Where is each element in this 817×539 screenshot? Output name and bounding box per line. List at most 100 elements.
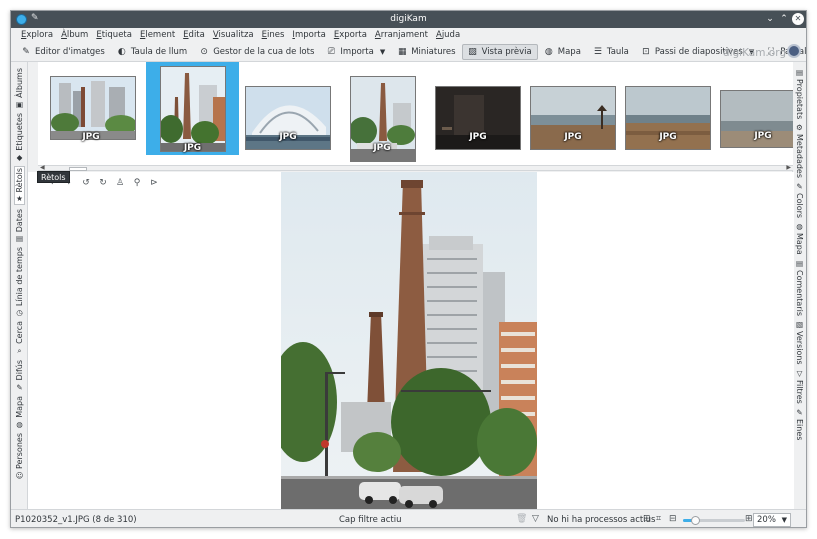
zoom-actual-icon[interactable]: ⌗ (656, 514, 661, 524)
label-icon: ★ (16, 194, 23, 204)
trash-icon[interactable]: 🗑 (516, 514, 527, 524)
import-button[interactable]: ⎚ Importa ▼ (320, 44, 391, 60)
menu-album[interactable]: Àlbum (57, 28, 92, 42)
maximize-button[interactable]: ⌃ (778, 13, 790, 25)
thumbnail-item-selected[interactable]: JPG (146, 62, 239, 155)
tab-retols[interactable]: ★ Rètols (14, 165, 25, 206)
zoom-fit-icon[interactable]: ⊞ (643, 514, 651, 524)
tag-icon: ◆ (16, 152, 23, 162)
tab-mapa[interactable]: ◍ Mapa (15, 396, 24, 429)
menu-visualitza[interactable]: Visualitza (209, 28, 258, 42)
status-file-info: P1020352_v1.JPG (8 de 310) (15, 515, 137, 525)
menu-element[interactable]: Element (136, 28, 179, 42)
thumbnail-item[interactable]: JPG (529, 62, 617, 155)
person-icon[interactable]: ♙ (114, 177, 126, 189)
chevron-down-icon[interactable]: ▼ (782, 514, 787, 526)
zoom-combo[interactable]: 20% ▼ (753, 513, 791, 527)
tab-comentaris[interactable]: ▤ Comentaris (795, 259, 804, 316)
status-bar: P1020352_v1.JPG (8 de 310) Cap filtre ac… (11, 509, 806, 527)
tab-albums[interactable]: ▣ Àlbums (15, 68, 24, 109)
zoom-in-icon[interactable]: ⊞ (745, 514, 753, 524)
tab-difus[interactable]: ✎ Difús (15, 360, 24, 391)
rotate-left-icon[interactable]: ↺ (80, 177, 92, 189)
file-type-badge: JPG (373, 143, 391, 153)
menu-bar: Explora Àlbum Etiqueta Element Edita Vis… (11, 28, 806, 42)
tab-dates[interactable]: ▤ Dates (15, 209, 24, 243)
zoom-slider[interactable] (683, 516, 745, 525)
thumbnail-item[interactable]: JPG (720, 62, 793, 155)
file-type-badge: JPG (564, 132, 582, 142)
tab-eines[interactable]: ✎ Eines (795, 408, 804, 440)
tab-filtres[interactable]: ▽ Filtres (795, 369, 804, 404)
timeline-icon: ◷ (16, 308, 23, 318)
window-title: digiKam (390, 14, 427, 24)
thumbnails-icon: ▦ (397, 46, 407, 57)
versions-icon: ▧ (795, 320, 804, 330)
scroll-left-icon[interactable]: ◀ (40, 164, 45, 171)
menu-etiqueta[interactable]: Etiqueta (92, 28, 136, 42)
metadata-icon: ⚙ (796, 123, 803, 133)
file-type-badge: JPG (754, 131, 772, 141)
menu-eines[interactable]: Eines (258, 28, 289, 42)
thumbnail-strip[interactable]: JPG JPG JPG JPG JPG JPG JPG JPG (38, 62, 793, 166)
zoom-out-icon[interactable]: ⊟ (669, 514, 677, 524)
preview-button[interactable]: ▨ Vista prèvia (461, 43, 538, 60)
properties-icon: ▤ (795, 68, 804, 77)
table-button[interactable]: ☰ Taula (587, 44, 635, 60)
right-sidebar-tabs: ▤ Propietats ⚙ Metadades ✎ Colors ◍ Mapa ▤ Co… (792, 62, 806, 509)
tab-persones[interactable]: ☺ Persones (15, 433, 24, 480)
thumbnail-image (160, 66, 226, 152)
zoom-value: 20% (757, 515, 776, 525)
close-button[interactable]: ✕ (792, 13, 804, 25)
thumbnail-scrollbar[interactable]: ◀ ▶ (38, 164, 793, 171)
menu-exporta[interactable]: Exporta (330, 28, 371, 42)
light-table-button[interactable]: ◐ Taula de llum (111, 44, 193, 60)
tab-versions[interactable]: ▧ Versions (795, 320, 804, 365)
tab-metadades[interactable]: ⚙ Metadades (795, 123, 804, 178)
table-icon: ☰ (593, 46, 602, 57)
minimize-button[interactable]: ⌄ (764, 13, 776, 25)
filter-icon[interactable]: ▽ (532, 514, 539, 524)
scroll-right-icon[interactable]: ▶ (786, 164, 791, 171)
tab-cerca[interactable]: ⌕ Cerca (15, 321, 24, 356)
comment-icon: ▤ (795, 259, 804, 269)
tab-etiquetes[interactable]: ◆ Etiquetes (15, 113, 24, 162)
tab-linia-de-temps[interactable]: ◷ Línia de temps (15, 247, 24, 317)
thumbnail-item[interactable]: JPG (244, 62, 332, 155)
zoom-slider-handle[interactable] (691, 516, 701, 525)
tools-icon: ✎ (796, 407, 803, 417)
map-button[interactable]: ◍ Mapa (538, 44, 587, 60)
globe-icon: ◍ (544, 46, 553, 57)
menu-arranjament[interactable]: Arranjament (371, 28, 432, 42)
add-person-icon[interactable]: ⚲ (131, 177, 143, 189)
rotate-right-icon[interactable]: ↻ (97, 177, 109, 189)
brand-link[interactable]: digiKam.org (723, 47, 786, 59)
thumbnail-item[interactable]: JPG (348, 62, 416, 162)
file-type-badge: JPG (659, 132, 677, 142)
file-type-badge: JPG (183, 143, 202, 153)
menu-edita[interactable]: Edita (179, 28, 209, 42)
tab-colors[interactable]: ✎ Colors (795, 182, 804, 218)
batch-queue-button[interactable]: ⊙ Gestor de la cua de lots (193, 44, 320, 60)
thumbnails-button[interactable]: ▦ Miniatures (391, 44, 461, 60)
app-window: ✎ digiKam ⌄ ⌃ ✕ Explora Àlbum Etiqueta E… (10, 10, 807, 528)
menu-explora[interactable]: Explora (17, 28, 57, 42)
image-preview-area[interactable]: ‹ › ↺ ↻ ♙ ⚲ ⊳ (28, 172, 794, 509)
scrollbar-handle[interactable] (69, 167, 87, 171)
menu-importa[interactable]: Importa (288, 28, 329, 42)
tab-mapa-right[interactable]: ◍ Mapa (795, 222, 804, 255)
globe-icon: ◍ (796, 222, 803, 232)
album-icon: ▣ (15, 99, 24, 109)
play-icon[interactable]: ⊳ (148, 177, 160, 189)
digikam-logo (787, 44, 801, 58)
tab-propietats[interactable]: ▤ Propietats (795, 68, 804, 119)
thumbnail-item[interactable]: JPG (46, 62, 136, 155)
image-editor-button[interactable]: ✎ Editor d'imatges (15, 44, 111, 60)
calendar-icon: ▤ (15, 234, 24, 244)
thumbnail-item[interactable]: JPG (434, 62, 522, 155)
fuzzy-icon: ✎ (16, 382, 23, 392)
chevron-down-icon[interactable]: ▼ (380, 48, 385, 56)
menu-ajuda[interactable]: Ajuda (432, 28, 464, 42)
file-type-badge: JPG (279, 132, 297, 142)
thumbnail-item[interactable]: JPG (624, 62, 712, 155)
